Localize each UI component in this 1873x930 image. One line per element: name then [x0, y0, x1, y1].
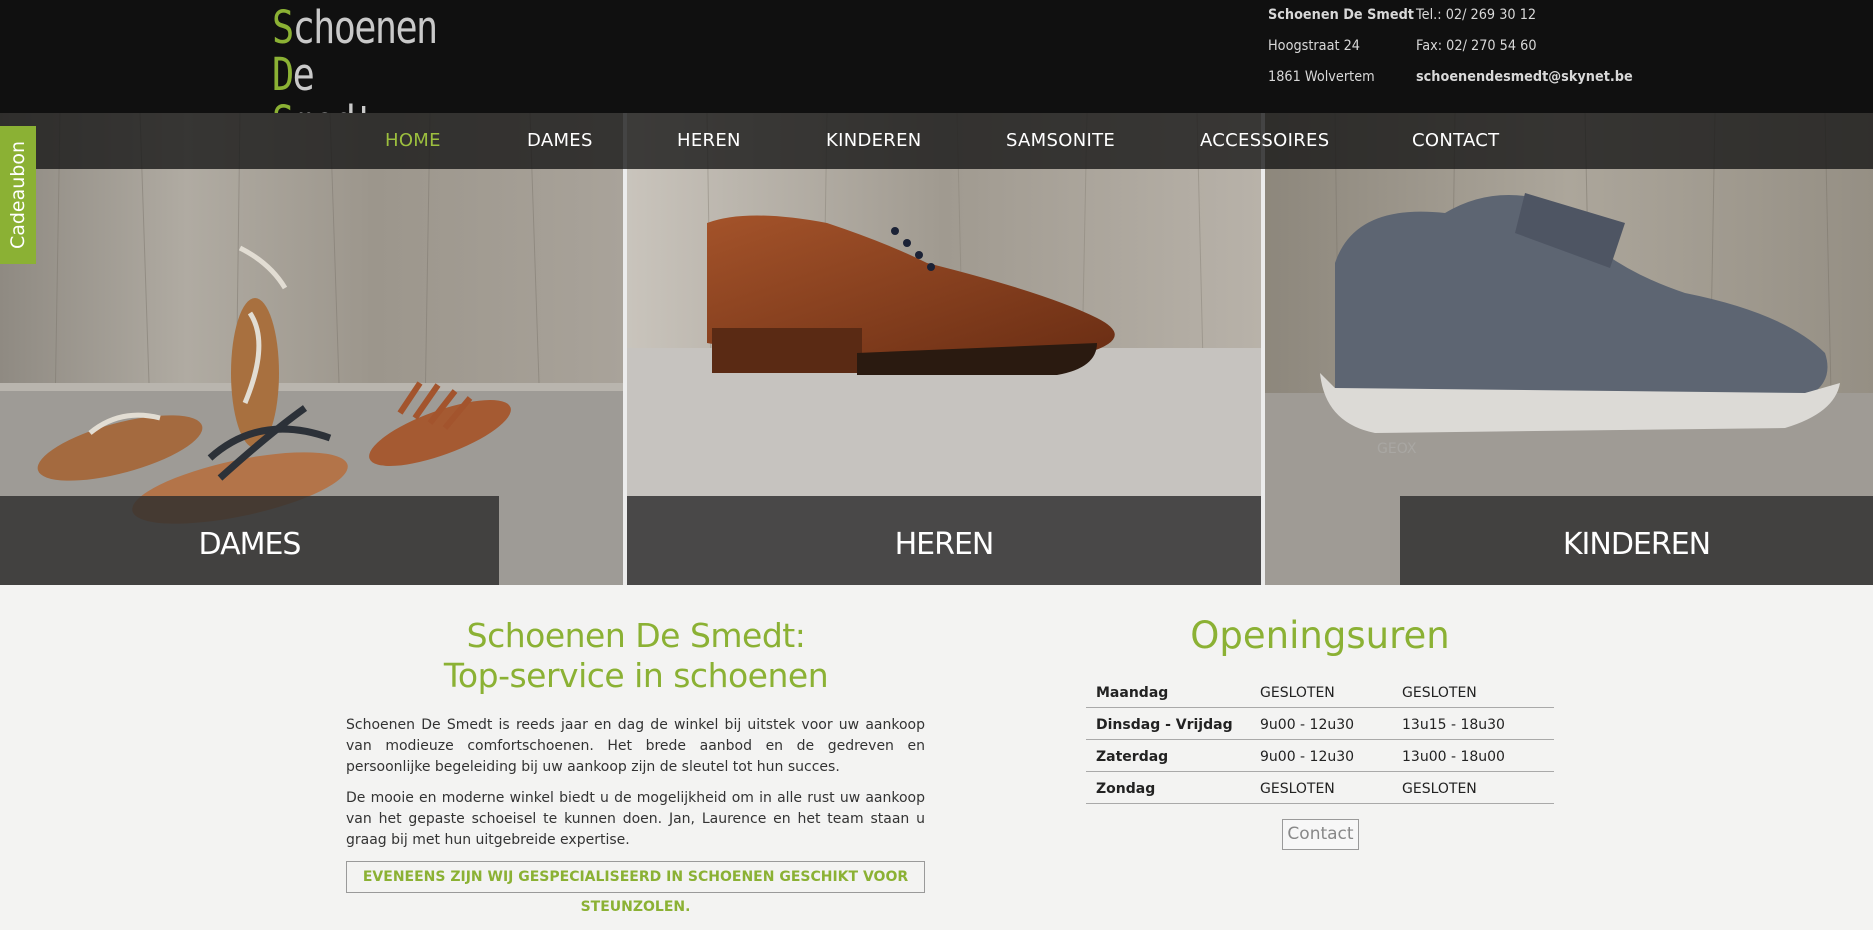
opening-hours-table: Maandag GESLOTEN GESLOTEN Dinsdag - Vrij…	[1086, 675, 1554, 804]
day-cell: Zaterdag	[1086, 739, 1260, 772]
street-address: Hoogstraat 24	[1268, 38, 1360, 54]
geox-logo: GEOX	[1377, 441, 1417, 457]
logo-line-1: Schoenen	[272, 1, 438, 54]
afternoon-cell: 13u00 - 18u00	[1402, 739, 1554, 772]
cadeaubon-label: Cadeaubon	[7, 140, 29, 250]
intro-title: Schoenen De Smedt: Top-service in schoen…	[346, 616, 926, 696]
hero-caption-heren[interactable]: HEREN	[627, 496, 1261, 585]
afternoon-cell: GESLOTEN	[1402, 675, 1554, 708]
steunzolen-notice: EVENEENS ZIJN WIJ GESPECIALISEERD IN SCH…	[346, 861, 925, 915]
nav-contact[interactable]: CONTACT	[1412, 113, 1499, 169]
intro-title-line-2: Top-service in schoenen	[443, 656, 829, 695]
site-header: Schoenen De Smedt Schoenen De Smedt Hoog…	[0, 0, 1873, 147]
intro-title-line-1: Schoenen De Smedt:	[466, 616, 806, 655]
nav-dames[interactable]: DAMES	[527, 113, 593, 169]
hero-caption-kinderen[interactable]: KINDEREN	[1400, 496, 1873, 585]
nav-home[interactable]: HOME	[385, 113, 441, 169]
fax: Fax: 02/ 270 54 60	[1416, 38, 1537, 54]
morning-cell: 9u00 - 12u30	[1260, 707, 1402, 740]
table-row: Zondag GESLOTEN GESLOTEN	[1086, 771, 1554, 804]
hero-panel-kinderen[interactable]: GEOX KINDEREN	[1265, 113, 1873, 585]
hero-panel-dames[interactable]: DAMES	[0, 113, 623, 585]
day-cell: Zondag	[1086, 771, 1260, 804]
morning-cell: 9u00 - 12u30	[1260, 739, 1402, 772]
table-row: Zaterdag 9u00 - 12u30 13u00 - 18u00	[1086, 739, 1554, 772]
site-logo[interactable]: Schoenen De Smedt	[272, 0, 442, 147]
hero-panel-heren[interactable]: HEREN	[627, 113, 1261, 585]
email-link[interactable]: schoenendesmedt@skynet.be	[1416, 66, 1633, 97]
morning-cell: GESLOTEN	[1260, 675, 1402, 708]
nav-accessoires[interactable]: ACCESSOIRES	[1200, 113, 1329, 169]
day-cell: Maandag	[1086, 675, 1260, 708]
intro-paragraph-1: Schoenen De Smedt is reeds jaar en dag d…	[346, 717, 925, 775]
contact-button[interactable]: Contact	[1282, 819, 1359, 850]
address-block: Schoenen De Smedt Hoogstraat 24 1861 Wol…	[1268, 4, 1427, 97]
table-row: Maandag GESLOTEN GESLOTEN	[1086, 675, 1554, 708]
nav-kinderen[interactable]: KINDEREN	[826, 113, 922, 169]
afternoon-cell: GESLOTEN	[1402, 771, 1554, 804]
cadeaubon-tab[interactable]: Cadeaubon	[0, 126, 36, 264]
hero-caption-dames[interactable]: DAMES	[0, 496, 499, 585]
company-name: Schoenen De Smedt	[1268, 7, 1414, 23]
phone-block: Tel.: 02/ 269 30 12 Fax: 02/ 270 54 60 s…	[1416, 4, 1652, 97]
intro-paragraph-2: De mooie en moderne winkel biedt u de mo…	[346, 790, 925, 848]
city-address: 1861 Wolvertem	[1268, 69, 1375, 85]
nav-samsonite[interactable]: SAMSONITE	[1006, 113, 1115, 169]
main-navigation: HOME DAMES HEREN KINDEREN SAMSONITE ACCE…	[0, 113, 1873, 169]
nav-heren[interactable]: HEREN	[677, 113, 741, 169]
telephone: Tel.: 02/ 269 30 12	[1416, 7, 1537, 23]
table-row: Dinsdag - Vrijdag 9u00 - 12u30 13u15 - 1…	[1086, 707, 1554, 740]
hero-banner: DAMES HEREN GEOX KINDEREN	[0, 113, 1873, 585]
morning-cell: GESLOTEN	[1260, 771, 1402, 804]
afternoon-cell: 13u15 - 18u30	[1402, 707, 1554, 740]
day-cell: Dinsdag - Vrijdag	[1086, 707, 1260, 740]
opening-hours-title: Openingsuren	[1190, 614, 1450, 657]
